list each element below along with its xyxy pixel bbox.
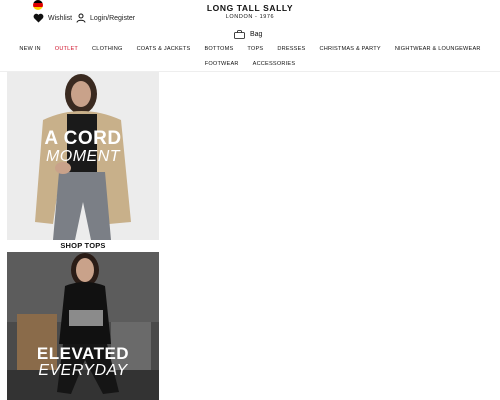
promo-headline: A CORD (44, 128, 122, 149)
nav-item-clothing[interactable]: CLOTHING (92, 46, 123, 52)
main-nav: NEW IN OUTLET CLOTHING COATS & JACKETS B… (0, 46, 500, 52)
bag-icon (234, 30, 245, 39)
brand-logo[interactable]: LONG TALL SALLY LONDON - 1976 (205, 3, 295, 20)
nav-item-nightwear-loungewear[interactable]: NIGHTWEAR & LOUNGEWEAR (395, 46, 481, 52)
bag-label: Bag (250, 31, 263, 38)
nav-item-footwear[interactable]: FOOTWEAR (205, 61, 239, 67)
wishlist-label: Wishlist (48, 14, 73, 22)
nav-item-coats-jackets[interactable]: COATS & JACKETS (137, 46, 191, 52)
shop-tops-link[interactable]: SHOP TOPS (7, 241, 159, 250)
bag-link[interactable]: Bag (234, 30, 262, 39)
logo-text: LONG TALL SALLY (206, 3, 294, 13)
heart-icon (33, 13, 44, 23)
wishlist-link[interactable]: Wishlist (33, 13, 72, 23)
promo-subheadline: EVERYDAY (38, 362, 128, 379)
promo-headline: ELEVATED (36, 344, 130, 363)
login-register-link[interactable]: Login/Register (76, 13, 135, 23)
nav-item-accessories[interactable]: ACCESSORIES (253, 61, 296, 67)
nav-item-bottoms[interactable]: BOTTOMS (204, 46, 233, 52)
promo-banner-elevated[interactable]: ELEVATED EVERYDAY (7, 252, 159, 400)
promo-subheadline: MOMENT (45, 148, 121, 165)
promo-banner-cord[interactable]: A CORD MOMENT (7, 72, 159, 240)
nav-item-christmas-party[interactable]: CHRISTMAS & PARTY (319, 46, 380, 52)
nav-item-dresses[interactable]: DRESSES (277, 46, 305, 52)
nav-item-outlet[interactable]: OUTLET (55, 46, 78, 52)
user-icon (76, 13, 86, 23)
login-register-label: Login/Register (90, 14, 136, 22)
nav-item-tops[interactable]: TOPS (247, 46, 263, 52)
nav-item-new-in[interactable]: NEW IN (19, 46, 40, 52)
main-nav-secondary: FOOTWEAR ACCESSORIES (0, 61, 500, 67)
logo-subtext: LONDON - 1976 (225, 14, 275, 20)
germany-flag-icon[interactable] (33, 0, 43, 10)
